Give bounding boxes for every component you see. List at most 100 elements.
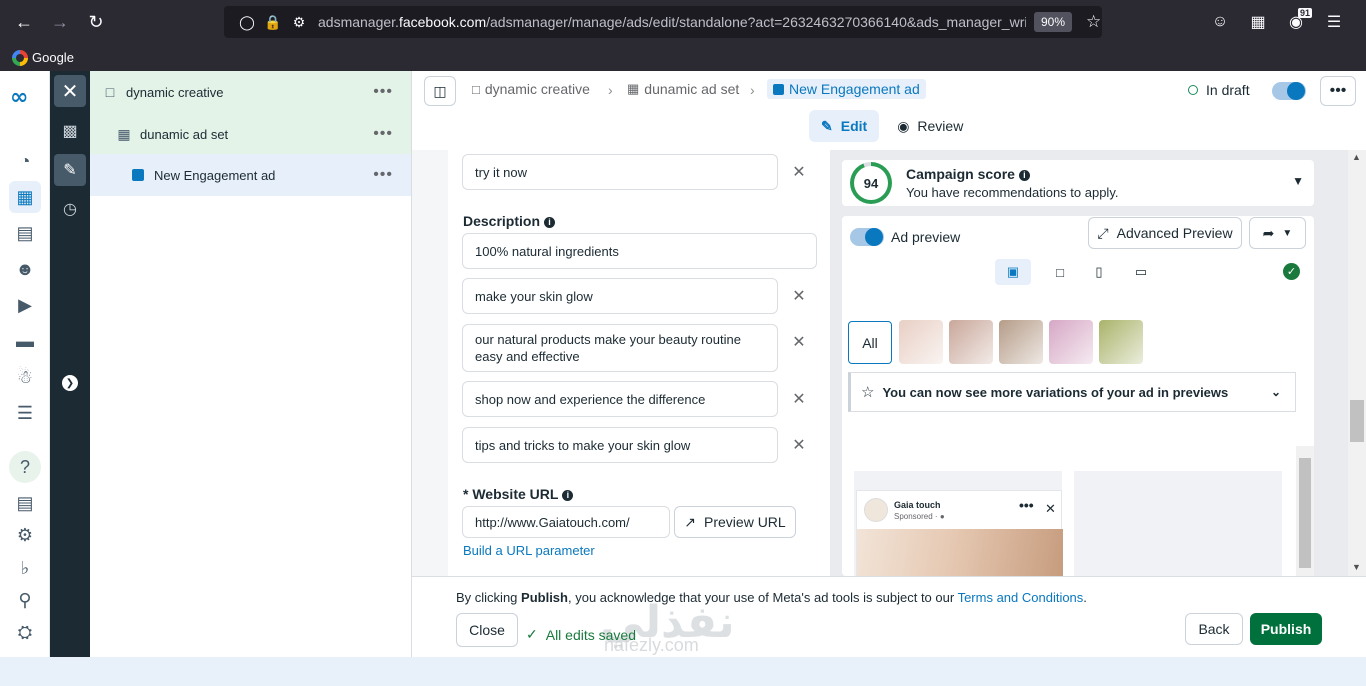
bookmark-star-icon[interactable]: ☆	[1086, 12, 1101, 32]
forward-arrow-icon[interactable]: →	[42, 4, 78, 40]
meta-logo-icon[interactable]: ∞	[10, 85, 28, 110]
bookmark-google[interactable]: Google	[32, 50, 74, 65]
back-button[interactable]: Back	[1185, 613, 1243, 645]
extensions-icon[interactable]: ▦	[1242, 6, 1274, 38]
star-icon: ☆	[861, 384, 875, 401]
scroll-up-icon[interactable]: ▲	[1352, 152, 1361, 162]
tree-item-adset[interactable]: ▦ dunamic ad set •••	[90, 113, 411, 155]
chart-bar-icon[interactable]: ▩	[54, 115, 86, 147]
breadcrumb-campaign[interactable]: □ dynamic creative	[472, 81, 590, 97]
tab-edit[interactable]: ✎ Edit	[809, 110, 880, 142]
share-dropdown-button[interactable]: ➦ ▼	[1249, 217, 1306, 249]
bug-report-icon[interactable]: ⛭	[9, 616, 41, 648]
publish-button[interactable]: Publish	[1250, 613, 1322, 645]
placement-landscape-icon[interactable]: ▭	[1128, 259, 1154, 285]
pages-icon[interactable]: ▤	[9, 217, 41, 249]
notifications-bell-icon[interactable]: ♭	[9, 552, 41, 584]
variation-thumbnail[interactable]	[1099, 320, 1143, 364]
campaign-score-card[interactable]: 94 Campaign score i You have recommendati…	[842, 160, 1314, 206]
placement-story-icon[interactable]: ▯	[1086, 259, 1112, 285]
variation-thumbnail[interactable]	[999, 320, 1043, 364]
campaign-tree: □ dynamic creative ••• ▦ dunamic ad set …	[90, 71, 412, 657]
menu-icon[interactable]: ☰	[1318, 6, 1350, 38]
back-arrow-icon[interactable]: ←	[6, 4, 42, 40]
caret-down-icon[interactable]: ▼	[1292, 174, 1304, 188]
address-bar[interactable]: ◯ 🔒 ⚙ adsmanager.facebook.com/adsmanager…	[224, 6, 1102, 38]
remove-headline-icon[interactable]: ✕	[789, 162, 809, 182]
ad-preview-toggle[interactable]	[850, 228, 884, 246]
more-options-icon[interactable]: •••	[373, 125, 393, 143]
scroll-down-icon[interactable]: ▼	[1352, 562, 1361, 572]
edit-pencil-icon[interactable]: ✎	[54, 154, 86, 186]
tree-item-campaign[interactable]: □ dynamic creative •••	[90, 71, 411, 113]
description-field[interactable]: shop now and experience the difference	[462, 381, 778, 417]
url-text[interactable]: adsmanager.facebook.com/adsmanager/manag…	[318, 14, 1026, 30]
variations-banner[interactable]: ☆ You can now see more variations of you…	[848, 372, 1296, 412]
all-tools-menu-icon[interactable]: ☰	[9, 397, 41, 429]
description-field[interactable]: our natural products make your beauty ro…	[462, 324, 778, 372]
expand-chevron-icon[interactable]: ❯	[62, 375, 78, 391]
website-url-input[interactable]: http://www.Gaiatouch.com/	[462, 506, 670, 538]
help-icon[interactable]: ?	[9, 451, 41, 483]
more-options-button[interactable]: •••	[1320, 76, 1356, 106]
facebook-feed-ad-preview[interactable]: Gaia touch Sponsored · ● ••• ✕	[856, 490, 1063, 576]
info-icon[interactable]: i	[562, 490, 574, 501]
permissions-icon[interactable]: ⚙	[286, 14, 312, 31]
ad-on-off-toggle[interactable]	[1272, 82, 1306, 100]
megaphone-icon[interactable]: ▶	[9, 289, 41, 321]
reload-icon[interactable]: ↻	[78, 4, 114, 40]
dashboard-icon[interactable]: ◔	[9, 145, 41, 177]
toggle-panel-icon[interactable]: ◫	[424, 76, 456, 106]
tab-review[interactable]: ◉ Review	[885, 110, 975, 142]
billing-card-icon[interactable]: ▬	[9, 325, 41, 357]
preview-scrollbar[interactable]	[1296, 446, 1314, 576]
audiences-icon[interactable]: ☻	[9, 253, 41, 285]
variation-thumbnail[interactable]	[949, 320, 993, 364]
chevron-down-icon[interactable]: ⌄	[1271, 385, 1281, 399]
shield-icon[interactable]: ◯	[234, 14, 260, 31]
remove-description-icon[interactable]: ✕	[789, 286, 809, 306]
settings-gear-icon[interactable]: ⚙	[9, 519, 41, 551]
close-icon[interactable]: ✕	[54, 75, 86, 107]
draft-status: In draft	[1188, 82, 1250, 98]
description-field[interactable]: tips and tricks to make your skin glow	[462, 427, 778, 463]
more-options-icon[interactable]: •••	[373, 83, 393, 101]
placement-feed-icon[interactable]: ▣	[995, 259, 1031, 285]
business-network-icon[interactable]: ☃	[9, 361, 41, 393]
remove-description-icon[interactable]: ✕	[789, 332, 809, 352]
preview-url-button[interactable]: ↗ Preview URL	[674, 506, 796, 538]
advanced-preview-button[interactable]: ⤢ Advanced Preview	[1088, 217, 1242, 249]
all-variations-button[interactable]: All	[848, 321, 892, 364]
remove-description-icon[interactable]: ✕	[789, 435, 809, 455]
remove-description-icon[interactable]: ✕	[789, 389, 809, 409]
search-icon[interactable]: ⚲	[9, 584, 41, 616]
description-field[interactable]: 100% natural ingredients	[462, 233, 817, 269]
campaigns-table-icon[interactable]: ▦	[9, 181, 41, 213]
breadcrumb-adset[interactable]: ▦ dunamic ad set	[627, 81, 739, 97]
more-options-icon[interactable]: •••	[1019, 497, 1034, 513]
page-scrollbar[interactable]: ▲ ▼	[1348, 150, 1366, 576]
zoom-level-badge[interactable]: 90%	[1034, 12, 1073, 32]
close-button[interactable]: Close	[456, 613, 518, 647]
breadcrumb-ad[interactable]: New Engagement ad	[767, 79, 926, 99]
breadcrumb-campaign-label: dynamic creative	[484, 81, 590, 97]
lock-icon[interactable]: 🔒	[260, 14, 286, 31]
variation-thumbnail[interactable]	[899, 320, 943, 364]
close-icon[interactable]: ✕	[1045, 501, 1056, 517]
build-url-parameter-link[interactable]: Build a URL parameter	[463, 543, 595, 558]
info-icon[interactable]: i	[1018, 170, 1030, 181]
news-icon[interactable]: ▤	[9, 487, 41, 519]
headline-field[interactable]: try it now	[462, 154, 778, 190]
history-clock-icon[interactable]: ◷	[54, 193, 86, 225]
info-icon[interactable]: i	[544, 217, 556, 228]
scrollbar-thumb[interactable]	[1299, 458, 1311, 568]
scrollbar-thumb[interactable]	[1350, 400, 1364, 442]
tree-item-ad[interactable]: New Engagement ad •••	[90, 154, 411, 196]
account-icon[interactable]: ☺	[1204, 6, 1236, 38]
more-options-icon[interactable]: •••	[373, 166, 393, 184]
terms-link[interactable]: Terms and Conditions	[958, 590, 1084, 605]
variation-thumbnail[interactable]	[1049, 320, 1093, 364]
extension-icon[interactable]: ◉ 91	[1280, 6, 1312, 38]
description-field[interactable]: make your skin glow	[462, 278, 778, 314]
placement-square-icon[interactable]: □	[1047, 259, 1073, 285]
